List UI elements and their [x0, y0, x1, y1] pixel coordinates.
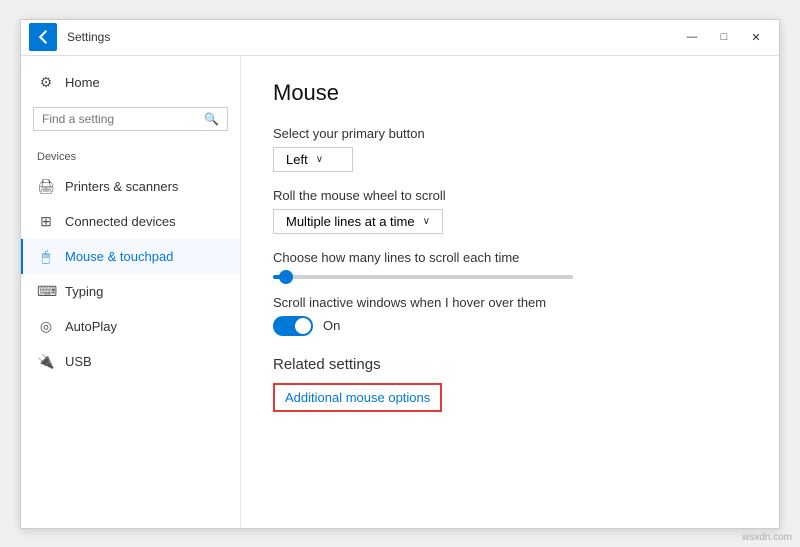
sidebar-item-mouse[interactable]: 🖱 Mouse & touchpad — [21, 239, 240, 274]
link-wrapper: Additional mouse options — [273, 383, 747, 412]
annotation-arrow — [757, 363, 779, 403]
search-icon: 🔍 — [204, 112, 219, 126]
primary-button-value: Left — [286, 152, 308, 167]
mouse-label: Mouse & touchpad — [65, 249, 173, 264]
toggle-thumb — [295, 318, 311, 334]
maximize-button[interactable]: □ — [709, 23, 739, 51]
back-button[interactable] — [29, 23, 57, 51]
connected-icon: ⊞ — [37, 213, 55, 230]
slider-track — [273, 275, 573, 279]
autoplay-label: AutoPlay — [65, 319, 117, 334]
home-icon: ⚙ — [37, 74, 55, 91]
window-controls: — □ ✕ — [677, 23, 771, 51]
sidebar-item-connected[interactable]: ⊞ Connected devices — [21, 204, 240, 239]
watermark: wsxdn.com — [742, 532, 792, 543]
printers-icon: 🖨 — [37, 178, 55, 195]
devices-section-label: Devices — [21, 139, 240, 169]
mouse-icon: 🖱 — [37, 248, 55, 265]
printers-label: Printers & scanners — [65, 179, 178, 194]
sidebar-item-printers[interactable]: 🖨 Printers & scanners — [21, 169, 240, 204]
minimize-button[interactable]: — — [677, 23, 707, 51]
toggle-row: On — [273, 316, 747, 336]
page-title: Mouse — [273, 80, 747, 106]
sidebar-item-autoplay[interactable]: ◎ AutoPlay — [21, 309, 240, 344]
scroll-value: Multiple lines at a time — [286, 214, 415, 229]
sidebar-item-typing[interactable]: ⌨ Typing — [21, 274, 240, 309]
scroll-dropdown-arrow: ∨ — [423, 216, 430, 227]
inactive-label: Scroll inactive windows when I hover ove… — [273, 295, 747, 310]
primary-dropdown-arrow: ∨ — [316, 154, 323, 165]
lines-slider[interactable] — [273, 275, 747, 279]
primary-button-label: Select your primary button — [273, 126, 747, 141]
sidebar: ⚙ Home 🔍 Devices 🖨 Printers & scanners ⊞… — [21, 56, 241, 528]
toggle-label: On — [323, 318, 340, 333]
sidebar-item-usb[interactable]: 🔌 USB — [21, 344, 240, 379]
typing-icon: ⌨ — [37, 283, 55, 300]
search-input[interactable] — [42, 112, 204, 126]
scroll-label: Roll the mouse wheel to scroll — [273, 188, 747, 203]
autoplay-icon: ◎ — [37, 318, 55, 335]
primary-button-dropdown[interactable]: Left ∨ — [273, 147, 353, 172]
settings-window: Settings — □ ✕ ⚙ Home 🔍 Devices 🖨 Printe… — [20, 19, 780, 529]
scroll-dropdown[interactable]: Multiple lines at a time ∨ — [273, 209, 443, 234]
typing-label: Typing — [65, 284, 103, 299]
home-label: Home — [65, 75, 100, 90]
main-content: Mouse Select your primary button Left ∨ … — [241, 56, 779, 528]
sidebar-item-home[interactable]: ⚙ Home — [21, 66, 240, 99]
slider-thumb[interactable] — [279, 270, 293, 284]
search-box[interactable]: 🔍 — [33, 107, 228, 131]
connected-label: Connected devices — [65, 214, 176, 229]
related-settings-title: Related settings — [273, 356, 747, 373]
inactive-toggle[interactable] — [273, 316, 313, 336]
usb-icon: 🔌 — [37, 353, 55, 370]
lines-label: Choose how many lines to scroll each tim… — [273, 250, 747, 265]
additional-mouse-options-link[interactable]: Additional mouse options — [273, 383, 442, 412]
content-area: ⚙ Home 🔍 Devices 🖨 Printers & scanners ⊞… — [21, 56, 779, 528]
close-button[interactable]: ✕ — [741, 23, 771, 51]
window-title: Settings — [67, 30, 677, 44]
titlebar: Settings — □ ✕ — [21, 20, 779, 56]
usb-label: USB — [65, 354, 92, 369]
